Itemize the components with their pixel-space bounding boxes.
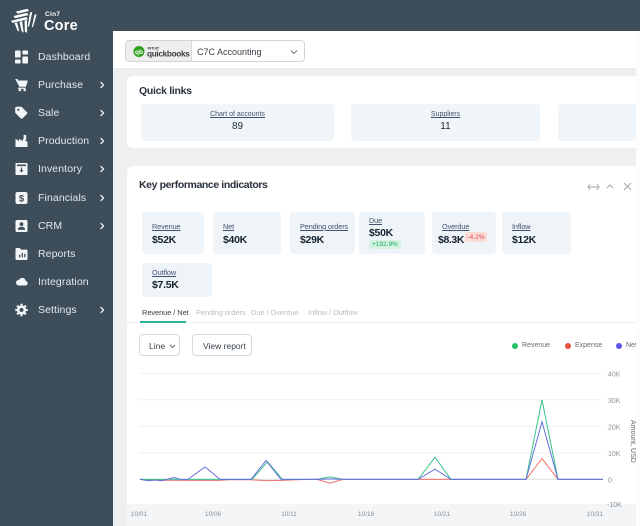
svg-text:10K: 10K	[608, 451, 621, 458]
svg-text:qb: qb	[135, 49, 143, 56]
svg-text:0: 0	[608, 477, 612, 484]
svg-text:30K: 30K	[608, 398, 621, 405]
svg-text:40K: 40K	[608, 372, 621, 379]
svg-text:$: $	[19, 193, 25, 204]
svg-text:C7C Accounting: C7C Accounting	[197, 47, 262, 57]
svg-text:20K: 20K	[608, 425, 621, 432]
svg-text:quickbooks: quickbooks	[147, 50, 190, 59]
